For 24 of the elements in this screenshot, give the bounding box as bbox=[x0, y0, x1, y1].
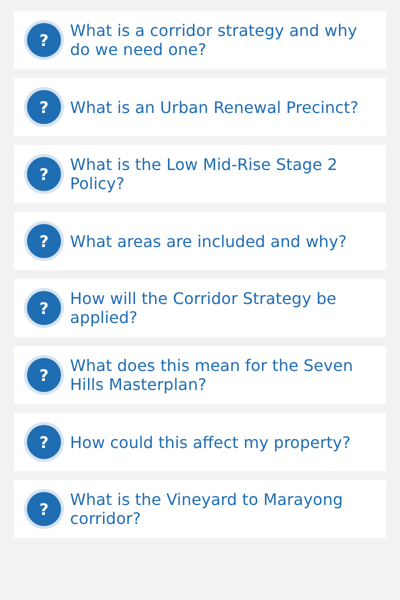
question-icon: ? bbox=[27, 90, 61, 124]
faq-question: What is the Vineyard to Marayong corridor? bbox=[70, 490, 344, 528]
question-icon: ? bbox=[27, 492, 61, 526]
faq-question: How will the Corridor Strategy be applied? bbox=[70, 289, 338, 327]
question-icon: ? bbox=[27, 425, 61, 459]
faq-card[interactable]: ? What is the Low Mid-Rise Stage 2 Policy? bbox=[14, 145, 386, 203]
faq-question: How could this affect my property? bbox=[70, 432, 351, 452]
faq-card[interactable]: ? How could this affect my property? bbox=[14, 413, 386, 471]
faq-card[interactable]: ? What does this mean for the Seven Hills Masterplan? bbox=[14, 346, 386, 404]
question-icon: ? bbox=[27, 358, 61, 392]
faq-card[interactable]: ? What areas are included and why? bbox=[14, 212, 386, 270]
faq-question: What is an Urban Renewal Precinct? bbox=[70, 98, 359, 116]
faq-question: What areas are included and why? bbox=[70, 232, 347, 250]
faq-card[interactable]: ? What is the Vineyard to Marayong corridor? bbox=[14, 480, 386, 538]
faq-card[interactable]: ? What is an Urban Renewal Precinct? bbox=[14, 78, 386, 136]
faq-question: What does this mean for the Seven Hills Masterplan? bbox=[70, 356, 354, 394]
question-icon: ? bbox=[27, 23, 61, 57]
question-icon: ? bbox=[27, 157, 61, 191]
question-icon: ? bbox=[27, 291, 61, 325]
question-icon: ? bbox=[27, 224, 61, 258]
faq-question: What is the Low Mid-Rise Stage 2 Policy? bbox=[70, 155, 338, 193]
faq-card[interactable]: ? How will the Corridor Strategy be applied? bbox=[14, 279, 386, 337]
faq-card[interactable]: ? What is a corridor strategy and why do we need one? bbox=[14, 11, 386, 69]
faq-question: What is a corridor strategy and why do we need one? bbox=[70, 21, 358, 59]
